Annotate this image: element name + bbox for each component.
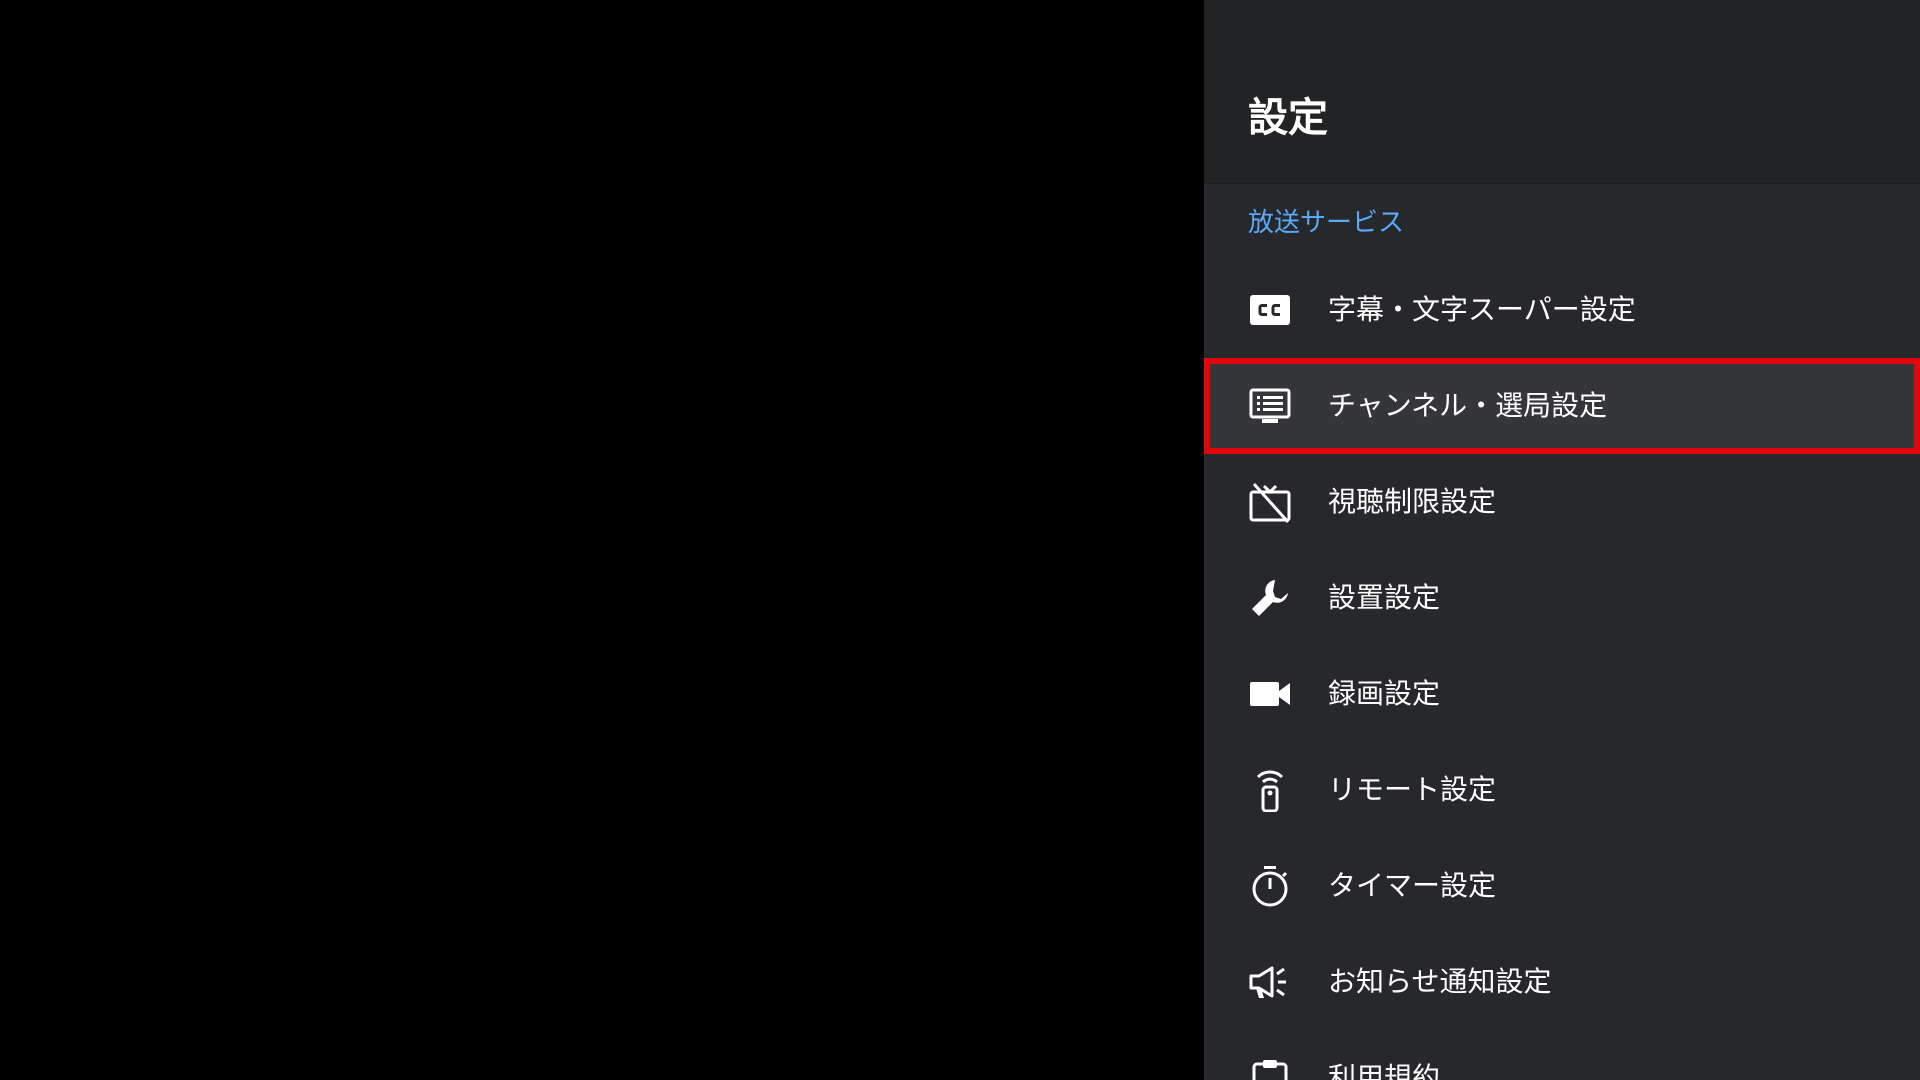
- video-camera-icon: [1248, 672, 1292, 716]
- menu-item-label: タイマー設定: [1328, 869, 1497, 902]
- settings-menu: 字幕・文字スーパー設定 チャンネル・選局設定 視聴制限設定 設置設定 録画設定 …: [1204, 262, 1920, 1080]
- panel-header: 設定: [1204, 0, 1920, 184]
- menu-item-label: 設置設定: [1328, 581, 1441, 614]
- megaphone-icon: [1248, 960, 1292, 1004]
- menu-item-label: 録画設定: [1328, 677, 1441, 710]
- menu-item-label: 字幕・文字スーパー設定: [1328, 293, 1636, 326]
- section-label: 放送サービス: [1248, 208, 1405, 238]
- timer-icon: [1248, 864, 1292, 908]
- remote-icon: [1248, 768, 1292, 812]
- channel-list-icon: [1248, 384, 1292, 428]
- menu-item-caption-settings[interactable]: 字幕・文字スーパー設定: [1204, 262, 1920, 358]
- menu-item-label: チャンネル・選局設定: [1328, 389, 1608, 422]
- menu-item-installation-settings[interactable]: 設置設定: [1204, 550, 1920, 646]
- menu-item-label: お知らせ通知設定: [1328, 965, 1552, 998]
- menu-item-terms-of-use[interactable]: 利用規約: [1204, 1030, 1920, 1080]
- menu-item-label: 利用規約: [1328, 1061, 1441, 1080]
- tv-off-icon: [1248, 480, 1292, 524]
- menu-item-label: 視聴制限設定: [1328, 485, 1497, 518]
- video-area: [0, 0, 1204, 1080]
- menu-item-notification-settings[interactable]: お知らせ通知設定: [1204, 934, 1920, 1030]
- closed-caption-icon: [1248, 288, 1292, 332]
- menu-item-recording-settings[interactable]: 録画設定: [1204, 646, 1920, 742]
- menu-item-label: リモート設定: [1328, 773, 1497, 806]
- settings-panel: 設定 放送サービス 字幕・文字スーパー設定 チャンネル・選局設定 視聴制限設定 …: [1204, 0, 1920, 1080]
- wrench-icon: [1248, 576, 1292, 620]
- panel-title: 設定: [1248, 95, 1328, 141]
- menu-item-timer-settings[interactable]: タイマー設定: [1204, 838, 1920, 934]
- menu-item-parental-settings[interactable]: 視聴制限設定: [1204, 454, 1920, 550]
- clipboard-icon: [1248, 1056, 1292, 1080]
- menu-item-remote-settings[interactable]: リモート設定: [1204, 742, 1920, 838]
- tv-screen: 設定 放送サービス 字幕・文字スーパー設定 チャンネル・選局設定 視聴制限設定 …: [0, 0, 1920, 1080]
- menu-item-channel-settings[interactable]: チャンネル・選局設定: [1204, 358, 1920, 454]
